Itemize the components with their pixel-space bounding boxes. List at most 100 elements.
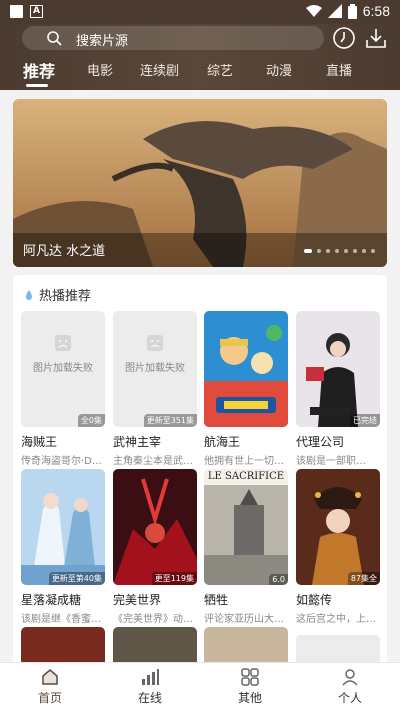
nav-other[interactable]: 其他 xyxy=(220,667,280,706)
poster-thumb: 更新至第40集 xyxy=(21,469,105,585)
flame-icon xyxy=(26,289,32,300)
video-card[interactable]: 更至119集 完美世界 《完美世界》动画… xyxy=(113,469,197,625)
image-broken-icon xyxy=(55,335,71,351)
nav-home[interactable]: 首页 xyxy=(20,667,80,706)
episode-badge: 更至119集 xyxy=(151,572,197,585)
bottom-navigation: 首页 在线 其他 个人 xyxy=(0,662,400,711)
poster-thumb-partial[interactable] xyxy=(204,627,288,662)
tab-series[interactable]: 连续剧 xyxy=(140,60,179,79)
nav-profile-label: 个人 xyxy=(337,691,362,705)
episode-badge: 87集全 xyxy=(347,572,380,585)
poster-sacrifice-title: LE SACRIFICE xyxy=(207,471,285,482)
download-icon[interactable] xyxy=(364,26,388,50)
banner-dot xyxy=(335,249,339,253)
video-card[interactable]: 图片加载失败 更新至351集 武神主宰 主角秦尘本是武域… xyxy=(113,311,197,467)
search-icon xyxy=(47,31,62,46)
video-desc: 主角秦尘本是武域… xyxy=(113,456,197,467)
poster-thumb: 图片加载失败 更新至351集 xyxy=(113,311,197,427)
poster-sugar xyxy=(21,469,105,585)
load-fail-text: 图片加载失败 xyxy=(33,363,93,374)
main-content[interactable]: 阿凡达 水之道 热播推荐 图片加载失败 全0集 海贼王 传奇海盗哥尔·D·罗杰… xyxy=(0,90,400,662)
banner-dot xyxy=(304,249,312,253)
tab-recommend[interactable]: 推荐 xyxy=(23,58,55,82)
poster-thumb-partial[interactable] xyxy=(21,627,105,662)
episode-badge: 更新至351集 xyxy=(143,414,197,427)
category-tabs: 推荐 电影 连续剧 综艺 动漫 直播 xyxy=(0,56,400,90)
nav-online[interactable]: 在线 xyxy=(120,667,180,706)
wifi-icon xyxy=(305,5,322,17)
tab-anime[interactable]: 动漫 xyxy=(266,60,292,79)
banner-dot xyxy=(344,249,348,253)
load-fail-text: 图片加载失败 xyxy=(125,363,185,374)
video-desc: 评论家亚历山大（… xyxy=(204,614,288,625)
video-title: 海贼王 xyxy=(21,435,58,449)
person-icon xyxy=(342,669,358,686)
video-title: 星落凝成糖 xyxy=(21,593,82,607)
poster-onepiece xyxy=(204,311,288,427)
hot-recommend-section: 热播推荐 图片加载失败 全0集 海贼王 传奇海盗哥尔·D·罗杰… 图片加载失败 … xyxy=(13,275,387,662)
video-desc: 该剧是继《香蜜沉… xyxy=(21,614,105,625)
banner-dot xyxy=(326,249,330,253)
episode-badge: 已完结 xyxy=(350,414,380,427)
poster-thumb: LE SACRIFICE 6.0 xyxy=(204,469,288,585)
nav-home-label: 首页 xyxy=(37,691,62,705)
banner-carousel[interactable]: 阿凡达 水之道 xyxy=(13,99,387,267)
video-desc: 《完美世界》动画… xyxy=(113,614,197,625)
tab-movie[interactable]: 电影 xyxy=(87,60,113,79)
video-title: 武神主宰 xyxy=(113,435,162,449)
nav-profile[interactable]: 个人 xyxy=(320,667,380,706)
video-title: 航海王 xyxy=(204,435,241,449)
notification-square-icon xyxy=(10,5,23,18)
chart-bars-icon xyxy=(142,669,159,685)
poster-thumb-partial[interactable] xyxy=(296,635,380,662)
video-card[interactable]: LE SACRIFICE 6.0 牺牲 评论家亚历山大（… xyxy=(204,469,288,625)
video-title: 牺牲 xyxy=(204,593,229,607)
video-desc: 传奇海盗哥尔·D·罗杰… xyxy=(21,456,105,467)
banner-dot xyxy=(362,249,366,253)
tab-variety[interactable]: 综艺 xyxy=(207,60,233,79)
tab-live[interactable]: 直播 xyxy=(326,60,352,79)
video-card[interactable]: 更新至第40集 星落凝成糖 该剧是继《香蜜沉… xyxy=(21,469,105,625)
banner-dot xyxy=(353,249,357,253)
video-title: 如懿传 xyxy=(296,593,333,607)
home-icon xyxy=(42,669,58,685)
grid-icon xyxy=(241,668,259,686)
active-tab-indicator xyxy=(26,84,48,87)
episode-badge: 全0集 xyxy=(77,414,105,427)
poster-thumb: 已完结 xyxy=(296,311,380,427)
video-card[interactable]: 图片加载失败 全0集 海贼王 传奇海盗哥尔·D·罗杰… xyxy=(21,311,105,467)
video-desc: 这后宫之中，上演… xyxy=(296,614,380,625)
status-bar: A 6:58 xyxy=(0,0,400,24)
battery-icon xyxy=(347,3,357,19)
banner-dot xyxy=(317,249,321,253)
poster-thumb: 图片加载失败 全0集 xyxy=(21,311,105,427)
banner-dot xyxy=(371,249,375,253)
video-title: 完美世界 xyxy=(113,593,162,607)
nav-other-label: 其他 xyxy=(237,691,262,705)
poster-agency xyxy=(296,311,380,427)
poster-thumb xyxy=(204,311,288,427)
image-broken-icon xyxy=(147,335,163,351)
section-title-text: 热播推荐 xyxy=(39,289,92,304)
banner-title: 阿凡达 水之道 xyxy=(23,244,106,259)
video-card[interactable]: 已完结 代理公司 该剧是一部职… xyxy=(296,311,380,467)
search-placeholder: 搜索片源 xyxy=(76,34,129,49)
rating-badge: 6.0 xyxy=(269,574,288,585)
section-title: 热播推荐 xyxy=(23,285,91,304)
episode-badge: 更新至第40集 xyxy=(48,572,105,585)
search-bar[interactable]: 搜索片源 xyxy=(22,26,324,50)
poster-ruyi xyxy=(296,469,380,585)
video-desc: 该剧是一部职… xyxy=(296,456,366,467)
nav-online-label: 在线 xyxy=(137,691,162,705)
clock: 6:58 xyxy=(362,3,390,19)
video-card[interactable]: 87集全 如懿传 这后宫之中，上演… xyxy=(296,469,380,625)
signal-icon xyxy=(327,4,342,18)
video-card[interactable]: 航海王 他拥有世上一切财… xyxy=(204,311,288,467)
banner-dots xyxy=(304,249,375,253)
poster-sacrifice xyxy=(204,485,288,585)
poster-thumb-partial[interactable] xyxy=(113,627,197,662)
top-header: 搜索片源 推荐 电影 连续剧 综艺 动漫 直播 xyxy=(0,24,400,90)
poster-perfect xyxy=(113,469,197,585)
history-clock-icon[interactable] xyxy=(332,26,356,50)
poster-thumb: 更至119集 xyxy=(113,469,197,585)
